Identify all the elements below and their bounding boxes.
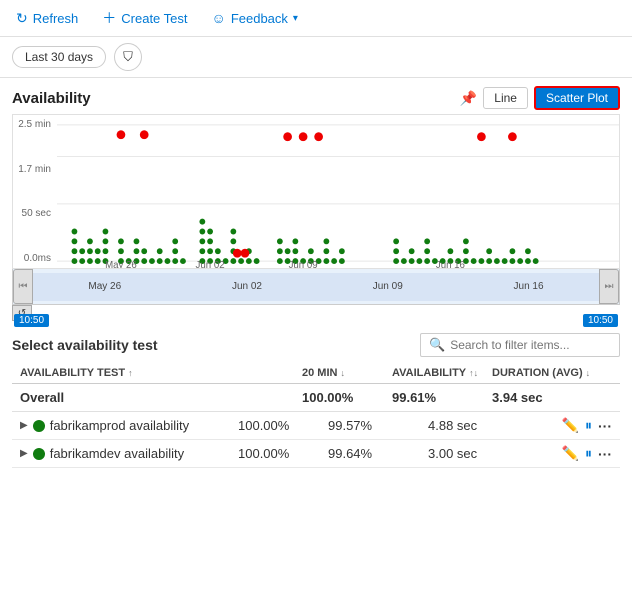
smiley-icon: ☺ — [212, 10, 226, 26]
chart-plot-area: May 26 Jun 02 Jun 09 Jun 16 — [57, 115, 619, 268]
chart-section: Availability 📌 Line Scatter Plot 2.5 min… — [0, 78, 632, 325]
feedback-button[interactable]: ☺ Feedback ▾ — [208, 8, 302, 28]
table-row[interactable]: ▶ fabrikamprod availability 100.00% 99.5… — [12, 412, 620, 440]
right-handle-icon: ⏭ — [605, 281, 614, 292]
row-duration-2: 3.00 sec — [428, 446, 548, 461]
status-dot-2 — [33, 448, 45, 460]
overall-row: Overall 100.00% 99.61% 3.94 sec — [12, 384, 620, 412]
slider-label-2: Jun 02 — [232, 281, 262, 292]
create-test-label: Create Test — [121, 11, 187, 26]
edit-icon-1[interactable]: ✏️ — [562, 417, 579, 434]
slider-handle-left[interactable]: ⏮ — [13, 269, 33, 304]
line-button[interactable]: Line — [483, 87, 528, 109]
date-range-button[interactable]: Last 30 days — [12, 46, 106, 68]
feedback-label: Feedback — [231, 11, 288, 26]
row-expand-1: ▶ fabrikamprod availability — [20, 418, 238, 433]
time-badges-row: 10:50 ↺ 10:50 — [12, 305, 620, 325]
row-20min-2: 100.00% — [238, 446, 328, 461]
overall-20min: 100.00% — [302, 390, 392, 405]
create-test-button[interactable]: ＋ Create Test — [98, 6, 191, 30]
select-title: Select availability test — [12, 337, 158, 353]
svg-text:May 26: May 26 — [105, 260, 137, 268]
slider-label-1: May 26 — [88, 281, 121, 292]
top-bar: ↻ Refresh ＋ Create Test ☺ Feedback ▾ — [0, 0, 632, 37]
chart-controls: 📌 Line Scatter Plot — [460, 86, 620, 110]
row-name-2: fabrikamdev availability — [50, 446, 184, 461]
col-availability[interactable]: AVAILABILITY ↑↓ — [392, 367, 492, 379]
status-dot-1 — [33, 420, 45, 432]
scatter-chart: 2.5 min 1.7 min 50 sec 0.0ms — [12, 114, 620, 269]
svg-text:Jun 16: Jun 16 — [436, 260, 465, 268]
sort-arrow-4: ↓ — [586, 368, 591, 378]
row-availability-1: 99.57% — [328, 418, 428, 433]
refresh-icon: ↻ — [16, 10, 28, 27]
svg-text:Jun 09: Jun 09 — [289, 260, 318, 268]
filter-icon-button[interactable]: ⛉ — [114, 43, 142, 71]
time-badge-end: 10:50 — [583, 314, 618, 327]
col-duration[interactable]: DURATION (AVG) ↓ — [492, 367, 612, 379]
time-badge-start: 10:50 — [14, 314, 49, 327]
y-label-top: 2.5 min — [15, 119, 55, 130]
search-box[interactable]: 🔍 — [420, 333, 620, 357]
svg-text:Jun 02: Jun 02 — [196, 260, 225, 268]
col-20min[interactable]: 20 MIN ↓ — [302, 367, 392, 379]
row-name-1: fabrikamprod availability — [50, 418, 189, 433]
pause-icon-2[interactable]: ⏸ — [585, 445, 592, 462]
select-section: Select availability test 🔍 AVAILABILITY … — [0, 325, 632, 472]
y-label-3: 50 sec — [15, 208, 55, 219]
search-input[interactable] — [450, 338, 611, 352]
chevron-down-icon: ▾ — [293, 13, 298, 24]
slider-handle-right[interactable]: ⏭ — [599, 269, 619, 304]
overall-name: Overall — [20, 390, 302, 405]
sort-arrow-3: ↑↓ — [469, 368, 478, 378]
refresh-button[interactable]: ↻ Refresh — [12, 8, 82, 29]
plus-icon: ＋ — [102, 8, 116, 28]
more-icon-1[interactable]: ··· — [598, 418, 612, 434]
pin-icon[interactable]: 📌 — [460, 90, 477, 107]
overall-availability: 99.61% — [392, 390, 492, 405]
row-actions-2: ✏️ ⏸ ··· — [548, 445, 612, 462]
chart-title: Availability — [12, 90, 91, 107]
scatter-svg: May 26 Jun 02 Jun 09 Jun 16 — [57, 115, 619, 268]
y-label-bottom: 0.0ms — [15, 253, 55, 264]
expand-arrow-2[interactable]: ▶ — [20, 448, 28, 459]
chart-header: Availability 📌 Line Scatter Plot — [12, 86, 620, 110]
search-icon: 🔍 — [429, 337, 445, 353]
overall-duration: 3.94 sec — [492, 390, 612, 405]
refresh-label: Refresh — [33, 11, 79, 26]
row-availability-2: 99.64% — [328, 446, 428, 461]
select-header: Select availability test 🔍 — [12, 333, 620, 357]
more-icon-2[interactable]: ··· — [598, 446, 612, 462]
edit-icon-2[interactable]: ✏️ — [562, 445, 579, 462]
date-range-label: Last 30 days — [25, 50, 93, 64]
table-row[interactable]: ▶ fabrikamdev availability 100.00% 99.64… — [12, 440, 620, 468]
sort-arrow-2: ↓ — [340, 368, 345, 378]
slider-label-4: Jun 16 — [514, 281, 544, 292]
sort-arrow-1: ↑ — [128, 368, 133, 378]
row-expand-2: ▶ fabrikamdev availability — [20, 446, 238, 461]
filter-icon: ⛉ — [123, 49, 133, 65]
scatter-plot-button[interactable]: Scatter Plot — [534, 86, 620, 110]
col-availability-test[interactable]: AVAILABILITY TEST ↑ — [20, 367, 302, 379]
pause-icon-1[interactable]: ⏸ — [585, 417, 592, 434]
timeline-slider[interactable]: ⏮ May 26 Jun 02 Jun 09 Jun 16 ⏭ — [12, 269, 620, 305]
left-handle-icon: ⏮ — [19, 281, 28, 292]
row-actions-1: ✏️ ⏸ ··· — [548, 417, 612, 434]
row-duration-1: 4.88 sec — [428, 418, 548, 433]
y-axis: 2.5 min 1.7 min 50 sec 0.0ms — [13, 115, 57, 268]
slider-x-labels: May 26 Jun 02 Jun 09 Jun 16 — [33, 281, 599, 292]
slider-label-3: Jun 09 — [373, 281, 403, 292]
row-20min-1: 100.00% — [238, 418, 328, 433]
table-header: AVAILABILITY TEST ↑ 20 MIN ↓ AVAILABILIT… — [12, 363, 620, 384]
expand-arrow-1[interactable]: ▶ — [20, 420, 28, 431]
y-label-2: 1.7 min — [15, 164, 55, 175]
filter-bar: Last 30 days ⛉ — [0, 37, 632, 78]
